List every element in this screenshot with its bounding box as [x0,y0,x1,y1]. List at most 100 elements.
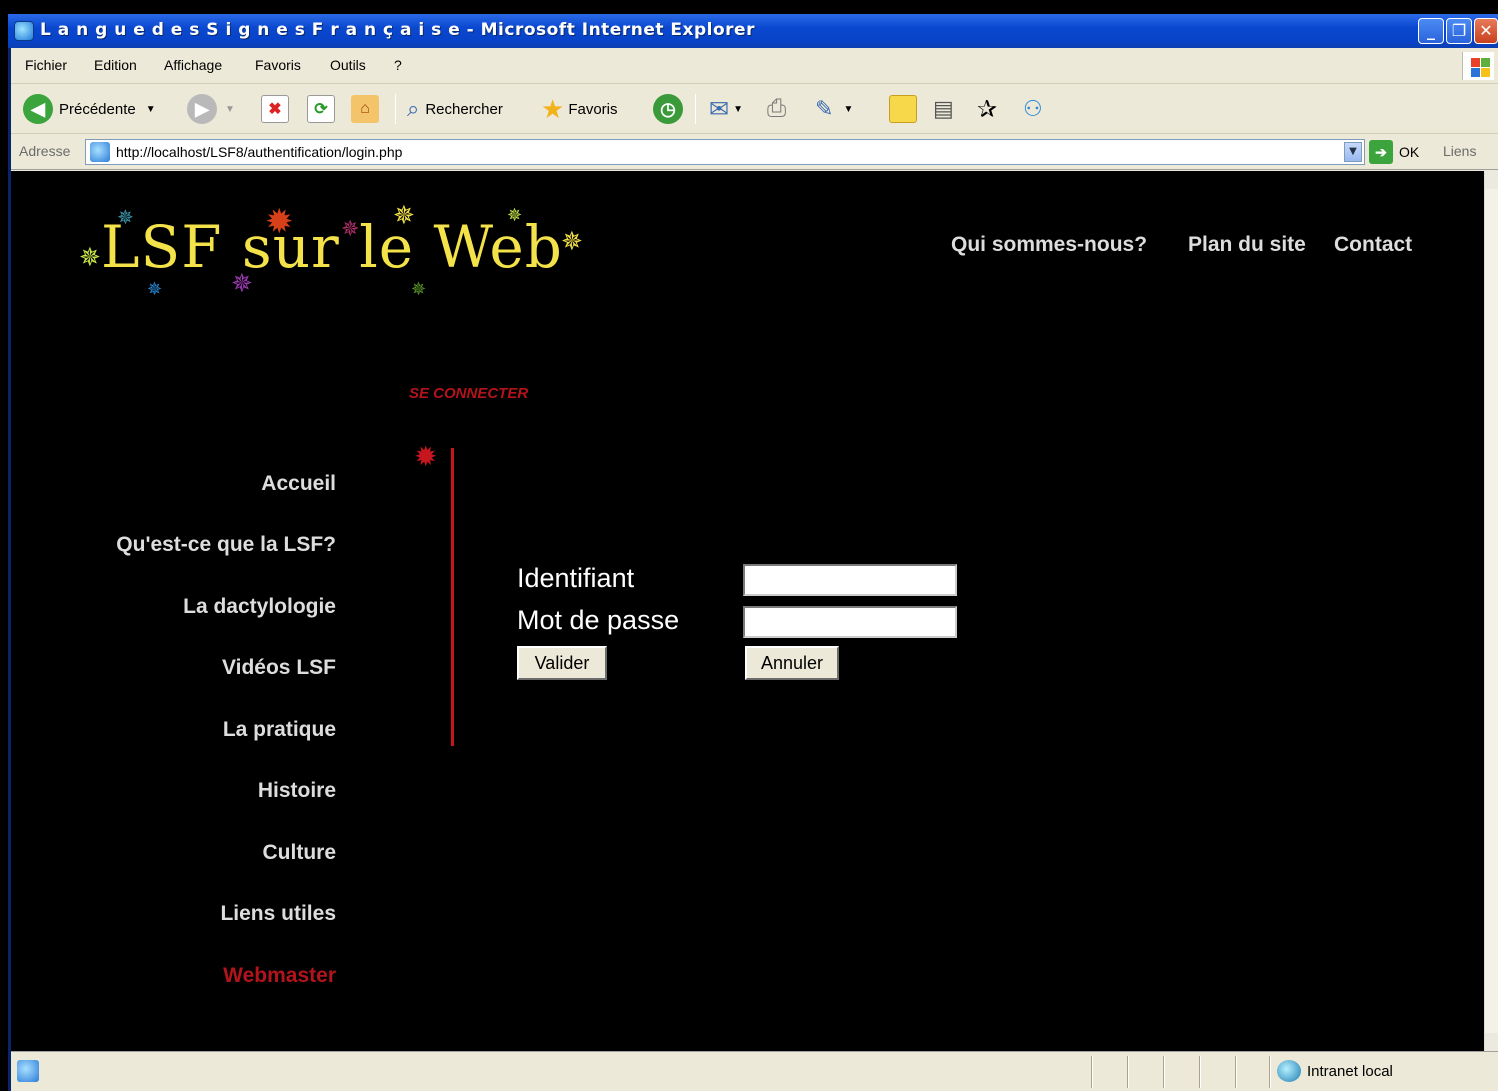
address-label: Adresse [19,143,71,159]
scroll-up-icon[interactable] [1485,171,1498,189]
forward-button[interactable]: ▶ ▼ [187,92,235,126]
history-button[interactable]: ◷ [653,92,683,126]
forward-arrow-icon: ▶ [187,94,217,124]
scroll-down-icon[interactable] [1485,1033,1498,1051]
web-page: ✵ ✵ ✵ ✹ ✵ ✵ ✵ ✵ ✵ ✵ LSF sur le Web Qui s… [11,171,1484,1051]
page-status-icon [17,1060,39,1082]
home-icon: ⌂ [351,95,379,123]
close-button[interactable]: ✕ [1474,18,1498,44]
chevron-down-icon: ▼ [733,103,744,115]
edit-icon: ✎ [815,96,834,121]
status-bar: Intranet local [11,1051,1498,1091]
history-icon: ◷ [653,94,683,124]
page-title: SE CONNECTER [409,385,529,402]
ie-icon [14,21,34,41]
messenger-button[interactable]: ✰ [977,92,997,126]
minimize-button[interactable]: _ [1418,18,1444,44]
star-icon: ✵ [561,227,583,257]
search-icon: ⌕ [407,96,420,121]
window-title: L a n g u e d e s S i g n e s F r a n ç … [40,20,755,40]
page-icon [90,142,110,162]
mail-button[interactable]: ✉ ▼ [709,92,743,126]
toolbar-separator [695,94,696,124]
printer-icon: ⎙ [767,95,787,122]
search-label: Rechercher [425,100,503,118]
status-separator [1127,1056,1129,1088]
star-icon: ★ [541,93,565,124]
site-logo[interactable]: ✵ ✵ ✵ ✹ ✵ ✵ ✵ ✵ ✵ ✵ LSF sur le Web [71,203,591,303]
menu-bar: Fichier Edition Affichage Favoris Outils… [11,48,1498,84]
sidebar-item-accueil[interactable]: Accueil [261,472,336,496]
title-bar[interactable]: L a n g u e d e s S i g n e s F r a n ç … [8,14,1498,48]
flower-icon: ✹ [414,440,438,473]
print-button[interactable]: ⎙ [767,92,786,126]
submit-button[interactable]: Valider [517,646,607,680]
nav-qui-sommes-nous[interactable]: Qui sommes-nous? [951,233,1147,257]
refresh-icon: ⟳ [307,95,335,123]
vertical-divider [451,448,454,746]
logo-text: LSF sur le Web [101,213,563,281]
sidebar-item-videos[interactable]: Vidéos LSF [222,656,336,680]
address-input[interactable]: http://localhost/LSF8/authentification/l… [85,139,1365,165]
browser-client: Fichier Edition Affichage Favoris Outils… [11,48,1498,1091]
edit-button[interactable]: ✎ ▼ [815,92,853,126]
toolbar: ◀ Précédente ▼ ▶ ▼ ✖ ⟳ ⌂ ⌕ Rechercher ★ … [11,84,1498,134]
stop-button[interactable]: ✖ [261,92,289,126]
links-toolbar[interactable]: Liens [1443,143,1476,159]
menu-outils[interactable]: Outils [330,57,366,73]
star-icon: ✵ [79,243,101,273]
intranet-icon [1277,1060,1301,1082]
chevron-down-icon: ▼ [145,103,156,115]
star-icon: ✵ [411,279,427,300]
note-icon [889,95,917,123]
messenger-icon: ✰ [977,95,998,123]
sidebar-item-culture[interactable]: Culture [263,841,337,865]
sidebar-item-liens[interactable]: Liens utiles [220,902,336,926]
search-button[interactable]: ⌕ Rechercher [407,92,503,126]
status-separator [1235,1056,1237,1088]
back-arrow-icon: ◀ [23,94,53,124]
address-dropdown-icon[interactable]: ▼ [1344,142,1362,162]
contacts-button[interactable]: ⚇ [1023,92,1043,126]
menu-affichage[interactable]: Affichage [164,57,222,73]
back-label: Précédente [59,100,136,118]
discuss-button[interactable] [889,92,917,126]
home-button[interactable]: ⌂ [351,92,379,126]
back-button[interactable]: ◀ Précédente ▼ [23,92,156,126]
refresh-button[interactable]: ⟳ [307,92,335,126]
status-separator [1091,1056,1093,1088]
status-separator [1269,1056,1271,1088]
security-zone: Intranet local [1277,1060,1393,1082]
maximize-button[interactable]: ❐ [1446,18,1472,44]
sidebar-item-lsf[interactable]: Qu'est-ce que la LSF? [116,533,336,557]
nav-contact[interactable]: Contact [1334,233,1412,257]
status-separator [1163,1056,1165,1088]
sidebar-item-dactylologie[interactable]: La dactylologie [183,595,336,619]
nav-plan-du-site[interactable]: Plan du site [1188,233,1306,257]
status-separator [1199,1056,1201,1088]
favorites-button[interactable]: ★ Favoris [541,92,618,126]
toolbar-separator [395,94,396,124]
zone-label: Intranet local [1307,1062,1393,1080]
vertical-scrollbar[interactable] [1484,171,1498,1051]
menu-edition[interactable]: Edition [94,57,137,73]
sidebar-item-pratique[interactable]: La pratique [223,718,336,742]
address-bar: Adresse http://localhost/LSF8/authentifi… [11,134,1498,170]
sidebar-item-webmaster[interactable]: Webmaster [223,964,336,988]
go-label: OK [1399,144,1420,160]
password-field[interactable] [743,606,957,638]
menu-fichier[interactable]: Fichier [25,57,67,73]
people-icon: ⚇ [1023,96,1043,121]
menu-favoris[interactable]: Favoris [255,57,301,73]
chevron-down-icon: ▼ [843,103,854,115]
stop-icon: ✖ [261,95,289,123]
sidebar-item-histoire[interactable]: Histoire [258,779,336,803]
go-button[interactable]: ➔ OK [1369,140,1419,164]
menu-help[interactable]: ? [394,57,402,73]
username-field[interactable] [743,564,957,596]
research-icon: ▤ [933,96,954,121]
cancel-button[interactable]: Annuler [745,646,839,680]
username-label: Identifiant [517,563,635,593]
browser-window: L a n g u e d e s S i g n e s F r a n ç … [8,14,1498,1091]
research-button[interactable]: ▤ [933,92,954,126]
